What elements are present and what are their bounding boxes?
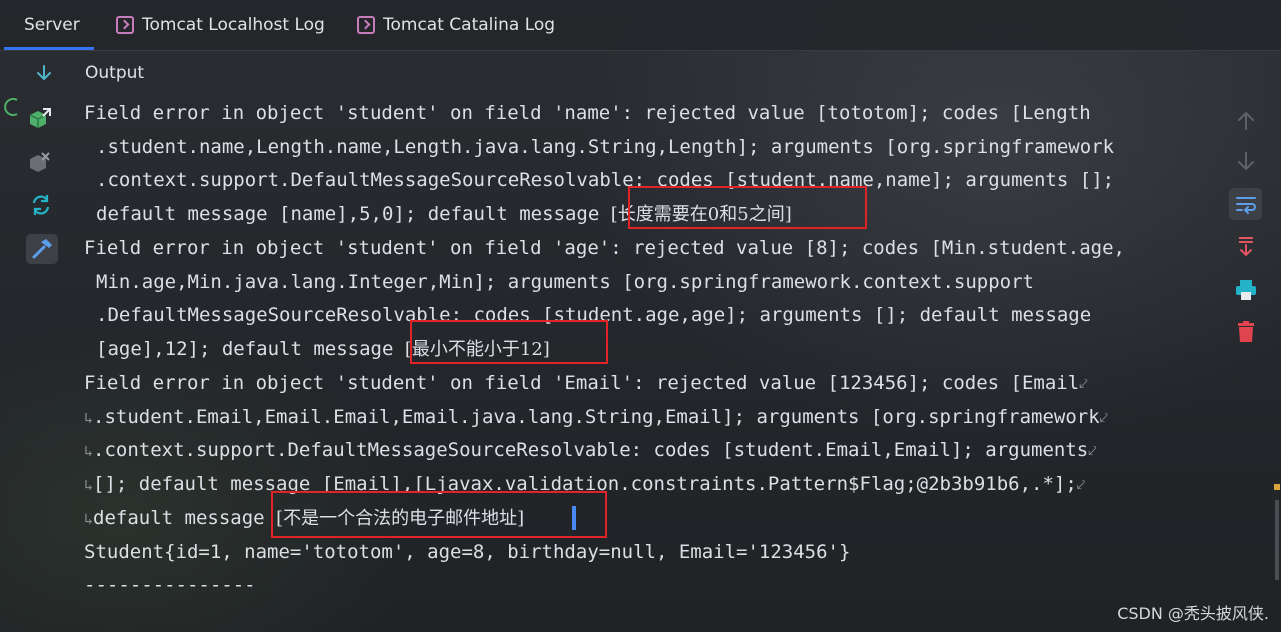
tab-tomcat-catalina-log-label: Tomcat Catalina Log	[383, 15, 556, 35]
console-text: Field error in object 'student' on field…	[84, 372, 1080, 394]
soft-wrap-marker: ⤦	[1088, 442, 1097, 460]
watermark: CSDN @秃头披风侠.	[1117, 604, 1269, 623]
refresh-partial-icon[interactable]	[4, 96, 20, 120]
tab-tomcat-localhost-log-label: Tomcat Localhost Log	[142, 15, 325, 35]
console-text: .student.Email,Email.Email,Email.java.la…	[93, 406, 1100, 428]
console-line: .student.name,Length.name,Length.java.la…	[96, 136, 1115, 158]
delete-icon[interactable]	[1233, 319, 1259, 345]
output-label: Output	[85, 63, 145, 83]
tab-tomcat-catalina-log[interactable]: Tomcat Catalina Log	[357, 0, 555, 50]
tab-tomcat-localhost-log[interactable]: Tomcat Localhost Log	[116, 0, 325, 50]
console-line: .context.support.DefaultMessageSourceRes…	[96, 169, 1115, 191]
arrow-down-icon[interactable]	[1233, 148, 1259, 174]
hammer-icon	[32, 239, 52, 259]
soft-wrap-icon	[1236, 197, 1256, 214]
tab-server[interactable]: Server	[24, 0, 80, 50]
soft-wrap-marker: ⤦	[1079, 375, 1088, 393]
highlight-box	[628, 186, 867, 229]
wrap-continue-marker: ↳	[84, 476, 94, 494]
arrow-up-icon[interactable]	[1233, 108, 1259, 134]
console-line: Min.age,Min.java.lang.Integer,Min]; argu…	[96, 271, 1034, 293]
console-line: ---------------	[84, 574, 256, 596]
arrow-down-icon[interactable]	[34, 63, 54, 83]
terminal-icon	[116, 16, 134, 34]
console-text: [age],12]; default message	[96, 338, 405, 360]
console-line: ↳.context.support.DefaultMessageSourceRe…	[84, 433, 1097, 467]
undeploy-icon[interactable]	[27, 150, 53, 176]
wrap-continue-marker: ↳	[84, 510, 94, 528]
wrap-continue-marker: ↳	[84, 442, 94, 460]
console-line: Student{id=1, name='tototom', age=8, bir…	[84, 541, 851, 563]
side-panel-edge[interactable]	[1274, 470, 1281, 590]
console-line: Field error in object 'student' on field…	[84, 102, 1091, 124]
console-line: Field error in object 'student' on field…	[84, 237, 1125, 259]
console-line: ↳.student.Email,Email.Email,Email.java.l…	[84, 400, 1108, 434]
soft-wrap-marker: ⤦	[1076, 476, 1086, 494]
console-output[interactable]: Field error in object 'student' on field…	[84, 96, 1204, 596]
highlight-box	[271, 491, 607, 538]
wrap-continue-marker: ↳	[84, 409, 94, 427]
output-header: Output	[0, 56, 1281, 90]
tab-divider	[0, 50, 1281, 51]
deploy-icon[interactable]	[27, 106, 53, 132]
scroll-to-end-icon[interactable]	[1233, 234, 1259, 260]
console-text: default message [name],5,0]; default mes…	[96, 203, 611, 225]
print-icon[interactable]	[1233, 277, 1259, 303]
tab-server-label: Server	[24, 15, 80, 35]
soft-wrap-marker: ⤦	[1099, 409, 1109, 427]
terminal-icon	[357, 16, 375, 34]
tool-window-tab-bar: Server Tomcat Localhost Log Tomcat Catal…	[0, 0, 1281, 50]
console-text: .context.support.DefaultMessageSourceRes…	[93, 439, 1089, 461]
update-icon[interactable]	[28, 192, 54, 218]
console-line: Field error in object 'student' on field…	[84, 366, 1088, 400]
console-text: default message	[93, 507, 277, 529]
highlight-box	[410, 320, 608, 364]
